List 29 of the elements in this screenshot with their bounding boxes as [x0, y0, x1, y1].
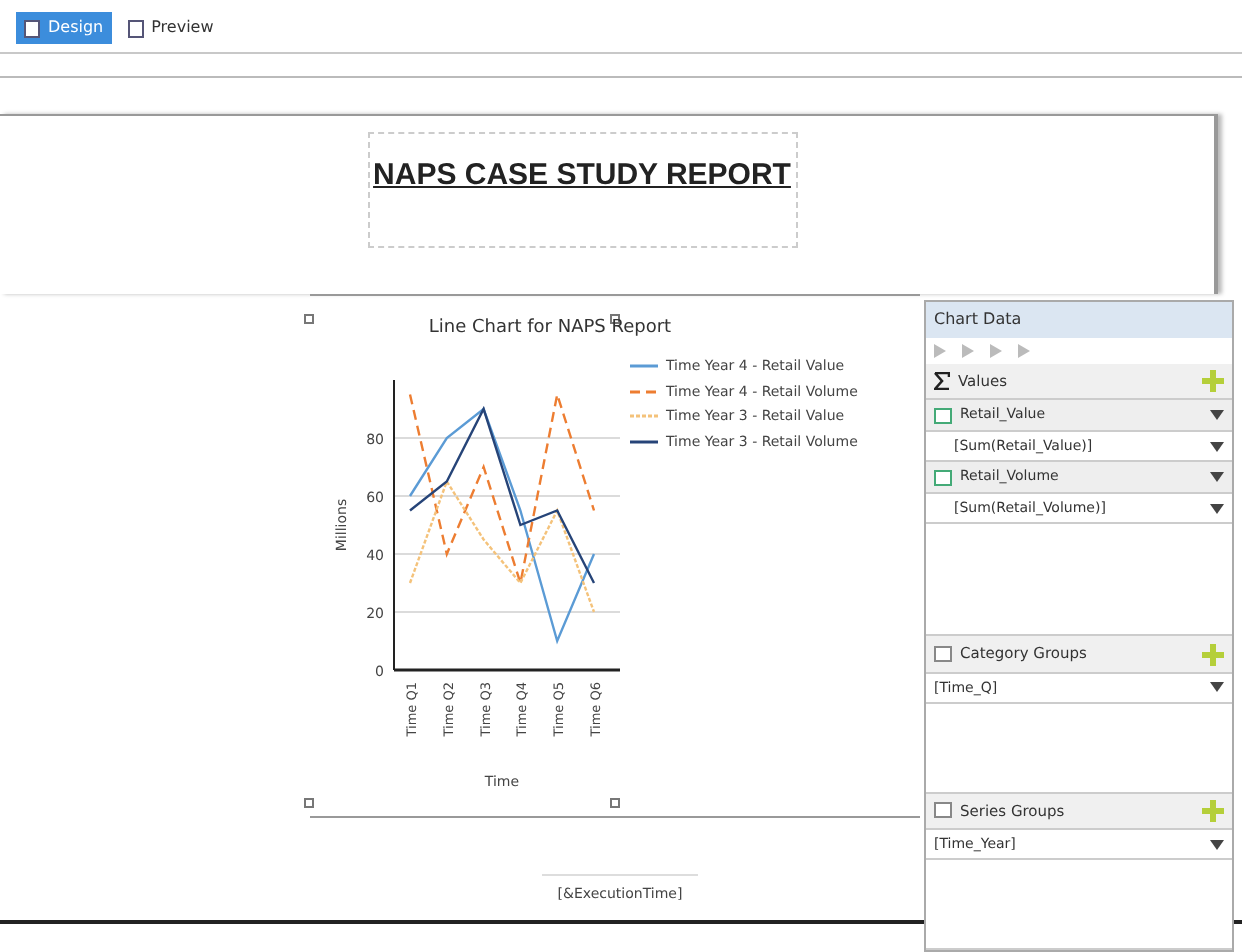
toolbar-arrow-icon[interactable]: [934, 344, 946, 358]
add-icon[interactable]: [1202, 643, 1224, 666]
group-icon: [934, 802, 952, 819]
document-icon: [127, 19, 144, 37]
toolbar-arrow-icon[interactable]: [990, 344, 1002, 358]
dropdown-arrow-icon[interactable]: [1210, 441, 1224, 451]
dropdown-arrow-icon[interactable]: [1210, 839, 1224, 850]
field-icon: [934, 469, 952, 485]
dropdown-arrow-icon[interactable]: [1210, 503, 1224, 513]
dropdown-arrow-icon[interactable]: [1210, 472, 1224, 482]
panel-title: Chart Data: [934, 310, 1022, 328]
legend-line-icon: [630, 412, 658, 421]
title-textbox[interactable]: NAPS CASE STUDY REPORT: [367, 132, 797, 248]
legend-line-icon: [630, 437, 658, 446]
report-title: NAPS CASE STUDY REPORT: [373, 156, 791, 196]
add-icon[interactable]: [1202, 370, 1224, 393]
dropdown-arrow-icon[interactable]: [1210, 410, 1224, 420]
tab[interactable]: Preview: [119, 12, 222, 44]
toolbar-arrow-icon[interactable]: [962, 344, 974, 358]
sigma-icon: [934, 372, 950, 391]
legend-line-icon: [630, 362, 658, 371]
chart-title: Line Chart for NAPS Report: [428, 318, 672, 338]
add-icon[interactable]: [1202, 799, 1224, 822]
legend-line-icon: [630, 387, 658, 396]
toolbar-arrow-icon[interactable]: [1018, 344, 1030, 358]
dropdown-arrow-icon[interactable]: [1210, 682, 1224, 693]
field-icon: [934, 407, 952, 423]
document-icon: [24, 19, 40, 37]
group-icon: [934, 646, 952, 663]
